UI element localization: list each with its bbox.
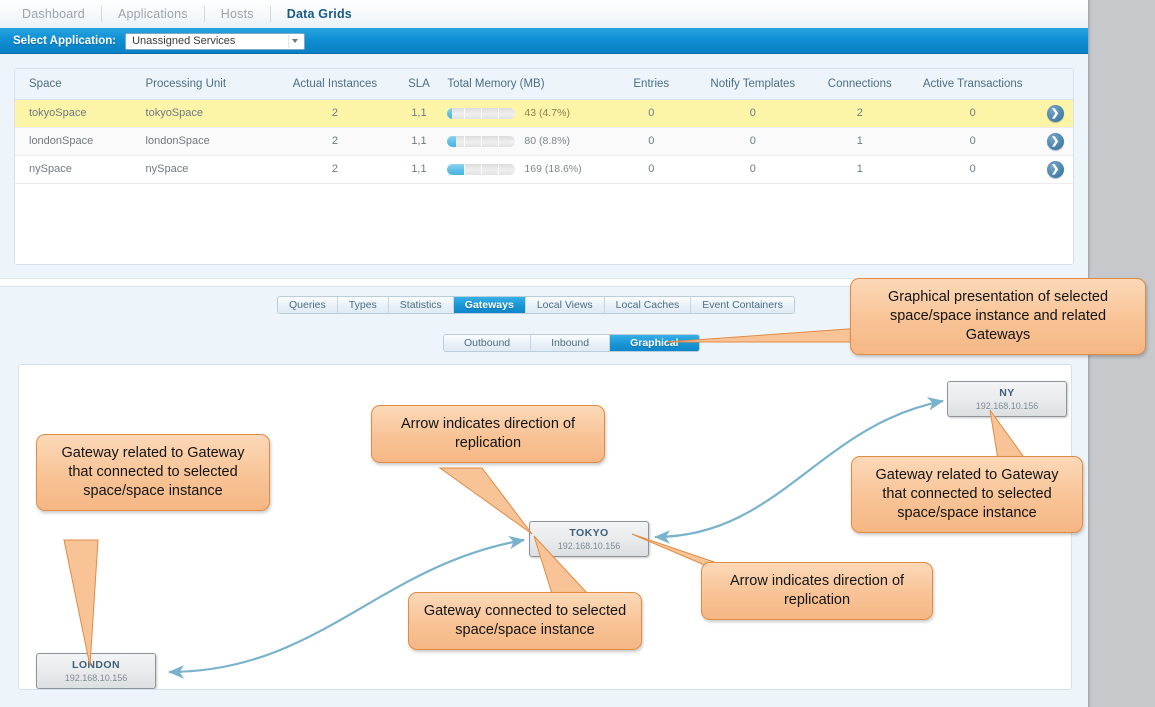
data-grid-panel-shell: Space Processing Unit Actual Instances S… [0, 54, 1088, 278]
callout-gateway-related-left: Gateway related to Gateway that connecte… [36, 434, 270, 512]
table-header-row: Space Processing Unit Actual Instances S… [15, 69, 1073, 100]
callout-arrow-direction-bottom: Arrow indicates direction of replication [701, 562, 933, 621]
nav-item-applications[interactable]: Applications [102, 7, 204, 21]
nav-item-dashboard[interactable]: Dashboard [6, 7, 101, 21]
top-navigation: Dashboard Applications Hosts Data Grids [0, 0, 1088, 28]
col-notify-templates[interactable]: Notify Templates [694, 69, 812, 100]
memory-value-label: 169 (18.6%) [524, 163, 582, 175]
callout-tail-arrow-top [436, 467, 556, 548]
gateway-view-tab-strip: Outbound Inbound Graphical [443, 334, 700, 352]
cell-space: nySpace [15, 155, 140, 184]
cell-sla: 1,1 [396, 127, 442, 156]
callout-gateway-connected: Gateway connected to selected space/spac… [408, 592, 642, 651]
col-entries[interactable]: Entries [608, 69, 695, 100]
select-application-label: Select Application: [13, 35, 117, 47]
cell-active-transactions: 0 [908, 98, 1038, 128]
memory-progress-ticks [447, 163, 515, 175]
cell-expand: ❯ [1037, 155, 1073, 184]
tab-graphical[interactable]: Graphical [610, 335, 699, 351]
cell-notify-templates: 0 [694, 155, 812, 184]
table-row[interactable]: londonSpace londonSpace 2 1,1 80 (8.8%) 0 0 1 0 ❯ [15, 127, 1073, 156]
col-active-transactions[interactable]: Active Transactions [908, 69, 1038, 100]
memory-progress-bar [447, 107, 516, 119]
cell-connections: 1 [811, 155, 909, 184]
nav-item-hosts[interactable]: Hosts [205, 7, 270, 21]
cell-sla: 1,1 [396, 155, 442, 184]
spaces-grid-panel: Space Processing Unit Actual Instances S… [14, 68, 1074, 265]
screenshot-root: Dashboard Applications Hosts Data Grids … [0, 0, 1155, 707]
callout-graphical-presentation: Graphical presentation of selected space… [850, 278, 1146, 356]
cell-notify-templates: 0 [694, 127, 812, 156]
memory-progress-ticks [447, 135, 515, 147]
cell-entries: 0 [608, 155, 695, 184]
cell-total-memory: 43 (4.7%) [441, 98, 609, 128]
cell-notify-templates: 0 [694, 98, 812, 128]
cell-actual-instances: 2 [273, 98, 397, 128]
table-row[interactable]: tokyoSpace tokyoSpace 2 1,1 43 (4.7%) 0 0 2 0 ❯ [15, 98, 1073, 128]
tab-types[interactable]: Types [337, 297, 389, 313]
cell-actual-instances: 2 [273, 127, 397, 156]
cell-processing-unit: nySpace [139, 155, 274, 184]
tab-local-caches[interactable]: Local Caches [604, 297, 692, 313]
cell-processing-unit: londonSpace [139, 127, 274, 156]
memory-progress-bar [447, 163, 516, 175]
cell-active-transactions: 0 [908, 127, 1038, 156]
spaces-table-body: tokyoSpace tokyoSpace 2 1,1 43 (4.7%) 0 0 2 0 ❯ lo… [15, 98, 1073, 184]
cell-sla: 1,1 [396, 98, 442, 128]
cell-entries: 0 [608, 127, 695, 156]
tab-inbound[interactable]: Inbound [531, 335, 611, 351]
cell-connections: 1 [811, 127, 909, 156]
col-actual-instances[interactable]: Actual Instances [273, 69, 397, 100]
col-space[interactable]: Space [15, 69, 140, 100]
chevron-right-icon[interactable]: ❯ [1046, 132, 1064, 150]
primary-tab-strip: Queries Types Statistics Gateways Local View… [277, 296, 795, 314]
memory-value-label: 43 (4.7%) [524, 107, 570, 119]
cell-expand: ❯ [1037, 127, 1073, 156]
spaces-table: Space Processing Unit Actual Instances S… [15, 69, 1073, 184]
cell-space: londonSpace [15, 127, 140, 156]
node-ip: 192.168.10.156 [64, 673, 128, 683]
col-total-memory[interactable]: Total Memory (MB) [441, 69, 609, 100]
cell-space: tokyoSpace [15, 98, 140, 128]
chevron-right-icon[interactable]: ❯ [1046, 104, 1064, 122]
col-actions [1037, 69, 1073, 100]
spaces-table-head: Space Processing Unit Actual Instances S… [15, 69, 1073, 100]
cell-actual-instances: 2 [273, 155, 397, 184]
col-sla[interactable]: SLA [396, 69, 442, 100]
chevron-right-icon[interactable]: ❯ [1046, 160, 1064, 178]
tab-queries[interactable]: Queries [278, 297, 338, 313]
memory-progress-bar [447, 135, 516, 147]
tab-gateways[interactable]: Gateways [453, 297, 526, 313]
nav-item-data-grids[interactable]: Data Grids [271, 7, 368, 21]
tab-statistics[interactable]: Statistics [388, 297, 454, 313]
callout-arrow-direction-top: Arrow indicates direction of replication [371, 405, 605, 464]
tab-local-views[interactable]: Local Views [525, 297, 605, 313]
memory-progress-ticks [447, 107, 515, 119]
cell-active-transactions: 0 [908, 155, 1038, 184]
cell-total-memory: 169 (18.6%) [441, 155, 609, 184]
node-title: NY [999, 387, 1015, 399]
cell-expand: ❯ [1037, 98, 1073, 128]
select-application-dropdown[interactable]: Unassigned Services [125, 32, 306, 50]
select-application-value: Unassigned Services [132, 35, 236, 47]
cell-processing-unit: tokyoSpace [139, 98, 274, 128]
tab-event-containers[interactable]: Event Containers [691, 297, 794, 313]
memory-value-label: 80 (8.8%) [524, 135, 570, 147]
cell-connections: 2 [811, 98, 909, 128]
application-selector-bar: Select Application: Unassigned Services [0, 28, 1088, 54]
col-processing-unit[interactable]: Processing Unit [139, 69, 274, 100]
cell-entries: 0 [608, 98, 695, 128]
col-connections[interactable]: Connections [811, 69, 909, 100]
chevron-down-icon [288, 34, 301, 48]
table-row[interactable]: nySpace nySpace 2 1,1 169 (18.6%) 0 0 1 0 ❯ [15, 155, 1073, 184]
tab-outbound[interactable]: Outbound [444, 335, 532, 351]
cell-total-memory: 80 (8.8%) [441, 127, 609, 156]
callout-gateway-related-right: Gateway related to Gateway that connecte… [851, 456, 1083, 534]
callout-tail-left [60, 539, 120, 670]
